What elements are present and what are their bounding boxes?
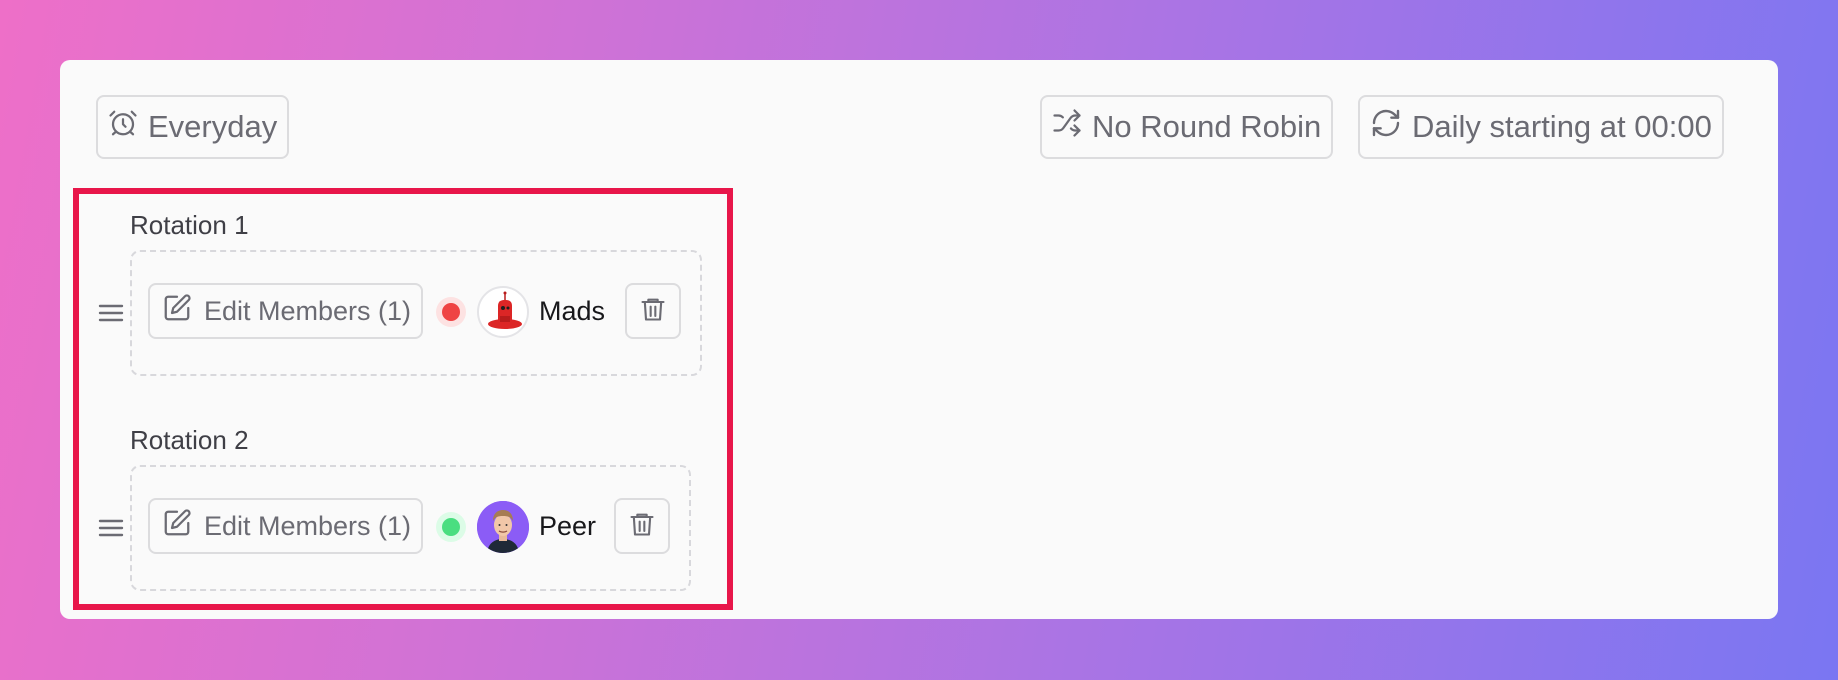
trash-icon (628, 509, 656, 544)
drag-handle-icon[interactable] (98, 303, 124, 328)
edit-icon (162, 293, 192, 330)
trash-icon (639, 294, 667, 329)
member-name: Mads (539, 296, 606, 326)
red-robot-avatar (477, 286, 529, 338)
rotation-2-title: Rotation 2 (130, 425, 249, 455)
round-robin-button[interactable]: No Round Robin (1040, 95, 1334, 159)
schedule-card: Everyday No Round Robin Daily starting a… (60, 60, 1778, 619)
refresh-icon (1370, 107, 1402, 147)
member-name: Peer (539, 511, 597, 541)
delete-rotation-button[interactable] (625, 283, 681, 339)
status-indicator (436, 297, 466, 327)
edit-members-button[interactable]: Edit Members (1) (148, 498, 424, 554)
round-robin-label: No Round Robin (1092, 109, 1322, 144)
edit-members-label: Edit Members (1) (204, 295, 412, 326)
drag-handle-icon[interactable] (98, 518, 124, 543)
schedule-days-button[interactable]: Everyday (96, 95, 290, 159)
rotation-frequency-label: Daily starting at 00:00 (1412, 109, 1712, 144)
alarm-clock-icon (108, 108, 138, 146)
edit-members-button[interactable]: Edit Members (1) (148, 283, 424, 339)
rotation-frequency-button[interactable]: Daily starting at 00:00 (1358, 95, 1724, 159)
edit-icon (162, 508, 192, 545)
shuffle-icon (1052, 108, 1082, 146)
person-photo-avatar (477, 501, 529, 553)
schedule-days-label: Everyday (148, 109, 278, 144)
edit-members-label: Edit Members (1) (204, 510, 412, 541)
rotation-1-title: Rotation 1 (130, 210, 249, 240)
status-indicator (436, 512, 466, 542)
delete-rotation-button[interactable] (614, 498, 670, 554)
